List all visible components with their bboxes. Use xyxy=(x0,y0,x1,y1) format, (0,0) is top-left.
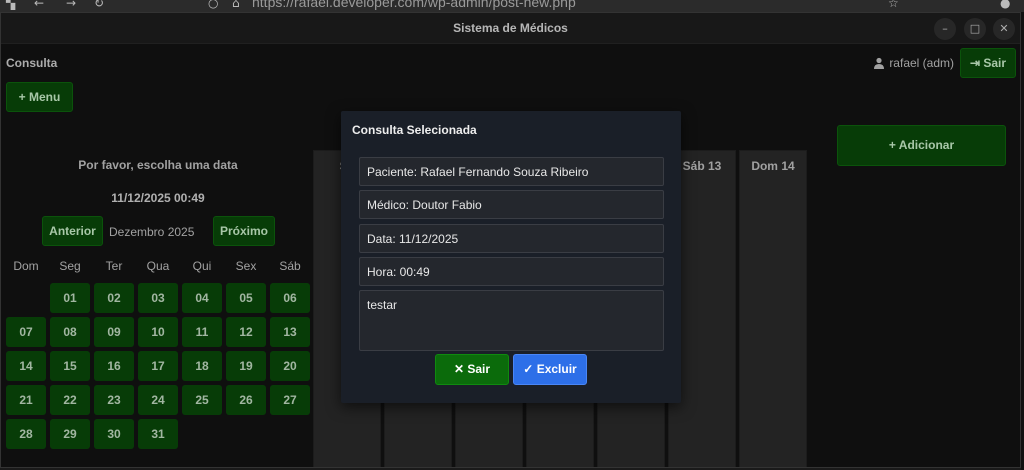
site-info-icon[interactable]: ○ xyxy=(208,0,218,10)
app-window: Sistema de Médicos – □ ✕ Consulta rafael… xyxy=(0,12,1021,468)
appointment-modal: Consulta Selecionada Paciente: Rafael Fe… xyxy=(341,111,681,403)
forward-icon[interactable]: → xyxy=(66,0,76,10)
modal-title: Consulta Selecionada xyxy=(352,123,477,137)
x-icon: ✕ xyxy=(453,362,465,376)
modal-delete-button[interactable]: ✓ Excluir xyxy=(513,354,587,385)
patient-field: Paciente: Rafael Fernando Souza Ribeiro xyxy=(359,157,664,186)
modal-delete-label: Excluir xyxy=(536,362,577,376)
reload-icon[interactable]: ↻ xyxy=(94,0,104,10)
lock-icon: ⌂ xyxy=(232,0,240,10)
date-field: Data: 11/12/2025 xyxy=(359,224,664,253)
browser-toolbar: ▚ ← → ↻ ○ ⌂ https://rafael.developer.com… xyxy=(0,0,1024,12)
modal-close-button[interactable]: ✕ Sair xyxy=(435,354,509,385)
check-icon: ✓ xyxy=(523,362,534,376)
doctor-field: Médico: Doutor Fabio xyxy=(359,190,664,219)
back-icon[interactable]: ← xyxy=(34,0,44,10)
browser-logo-icon: ▚ xyxy=(6,0,16,10)
modal-close-label: Sair xyxy=(467,362,491,376)
address-bar[interactable]: https://rafael.developer.com/wp-admin/po… xyxy=(252,0,576,10)
notes-textarea[interactable]: testar xyxy=(359,290,664,351)
bookmark-star-icon[interactable]: ☆ xyxy=(888,0,899,10)
profile-icon[interactable]: ● xyxy=(1000,0,1010,10)
time-field: Hora: 00:49 xyxy=(359,257,664,286)
